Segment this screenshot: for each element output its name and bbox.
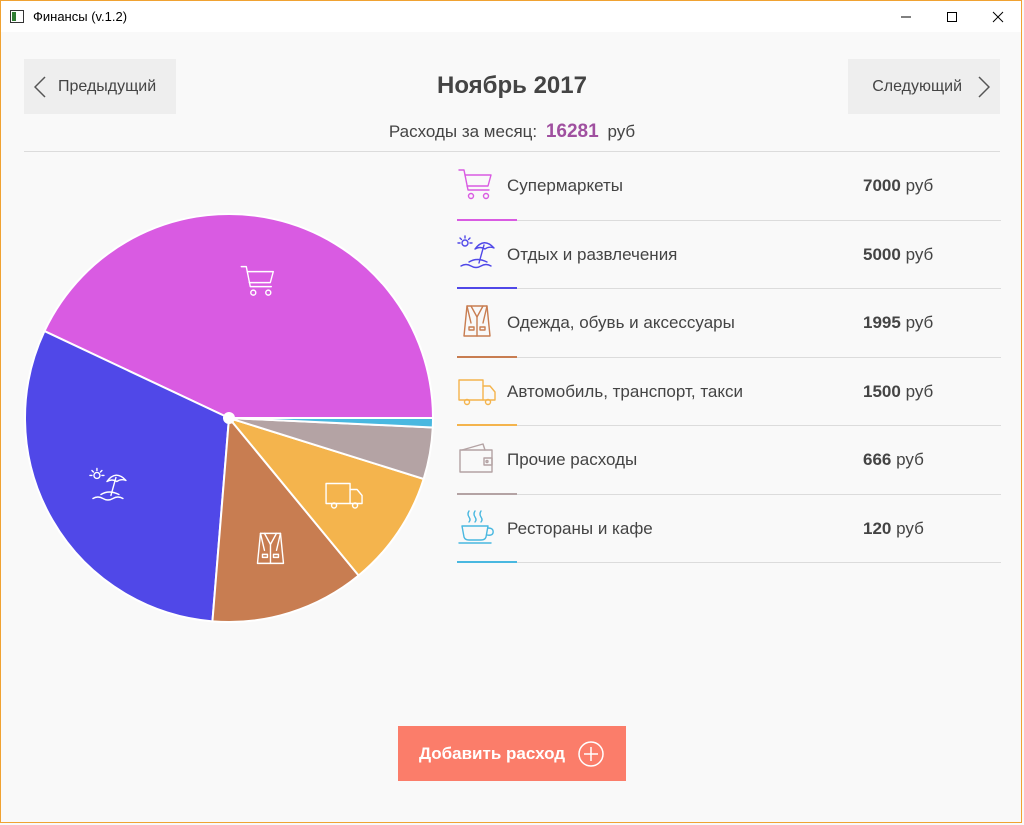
monthly-total: 16281 — [545, 121, 599, 142]
amount-value: 1995 — [863, 313, 901, 332]
next-month-button[interactable]: Следующий — [848, 59, 1000, 114]
amount-currency: руб — [905, 381, 934, 401]
chevron-right-icon — [978, 75, 990, 98]
amount-value: 1500 — [863, 381, 901, 401]
category-amount: 1500 руб — [863, 382, 933, 402]
category-accent-line — [457, 561, 517, 563]
category-row[interactable]: Отдых и развлечения 5000 руб — [457, 221, 1001, 289]
category-amount: 5000 руб — [863, 245, 933, 265]
category-row[interactable]: Супермаркеты 7000 руб — [457, 152, 1001, 221]
wallet-icon — [459, 443, 493, 473]
category-amount: 666 руб — [863, 450, 924, 470]
amount-currency: руб — [905, 313, 934, 332]
amount-value: 120 — [863, 518, 892, 538]
maximize-icon — [947, 11, 957, 22]
category-list: Супермаркеты 7000 руб Отдых и развлечени… — [457, 152, 1001, 563]
beach-umbrella-icon — [457, 234, 495, 268]
close-button[interactable] — [975, 1, 1021, 32]
category-row[interactable]: Рестораны и кафе 120 руб — [457, 495, 1001, 563]
amount-currency: руб — [896, 450, 924, 469]
category-name: Отдых и развлечения — [507, 244, 678, 264]
amount-currency: руб — [905, 244, 934, 264]
title-bar[interactable]: Финансы (v.1.2) — [1, 1, 1021, 32]
minimize-button[interactable] — [883, 1, 929, 32]
pie-center-dot — [223, 412, 235, 424]
category-name: Рестораны и кафе — [507, 518, 653, 538]
category-name: Одежда, обувь и аксессуары — [507, 313, 735, 332]
shopping-cart-icon — [458, 169, 492, 200]
category-name: Прочие расходы — [507, 450, 638, 469]
add-expense-label: Добавить расход — [418, 743, 566, 763]
monthly-summary: Расходы за месяц: 16281 руб — [0, 121, 1024, 143]
amount-value: 666 — [863, 450, 892, 469]
amount-currency: руб — [896, 518, 924, 538]
minimize-icon — [901, 16, 911, 17]
add-circle-icon — [577, 740, 605, 768]
expense-pie-chart — [24, 213, 435, 623]
category-amount: 1995 руб — [863, 313, 933, 333]
category-row[interactable]: Автомобиль, транспорт, такси 1500 руб — [457, 358, 1001, 426]
summary-label: Расходы за месяц: — [388, 122, 538, 141]
window-title: Финансы (v.1.2) — [33, 9, 128, 24]
next-month-label: Следующий — [872, 77, 962, 95]
category-row[interactable]: Прочие расходы 666 руб — [457, 426, 1001, 495]
app-icon — [9, 9, 25, 25]
category-name: Супермаркеты — [507, 176, 624, 195]
close-icon — [992, 11, 1004, 22]
amount-value: 7000 — [863, 176, 901, 195]
coffee-cup-icon — [458, 509, 494, 544]
summary-currency: руб — [607, 122, 636, 141]
category-amount: 7000 руб — [863, 176, 933, 196]
amount-currency: руб — [905, 176, 934, 195]
category-name: Автомобиль, транспорт, такси — [507, 381, 743, 401]
category-row[interactable]: Одежда, обувь и аксессуары 1995 руб — [457, 289, 1001, 358]
truck-icon — [458, 378, 496, 405]
add-expense-button[interactable]: Добавить расход — [398, 726, 626, 781]
amount-value: 5000 — [863, 244, 901, 264]
jacket-icon — [463, 305, 491, 337]
maximize-button[interactable] — [929, 1, 975, 32]
category-amount: 120 руб — [863, 519, 924, 539]
